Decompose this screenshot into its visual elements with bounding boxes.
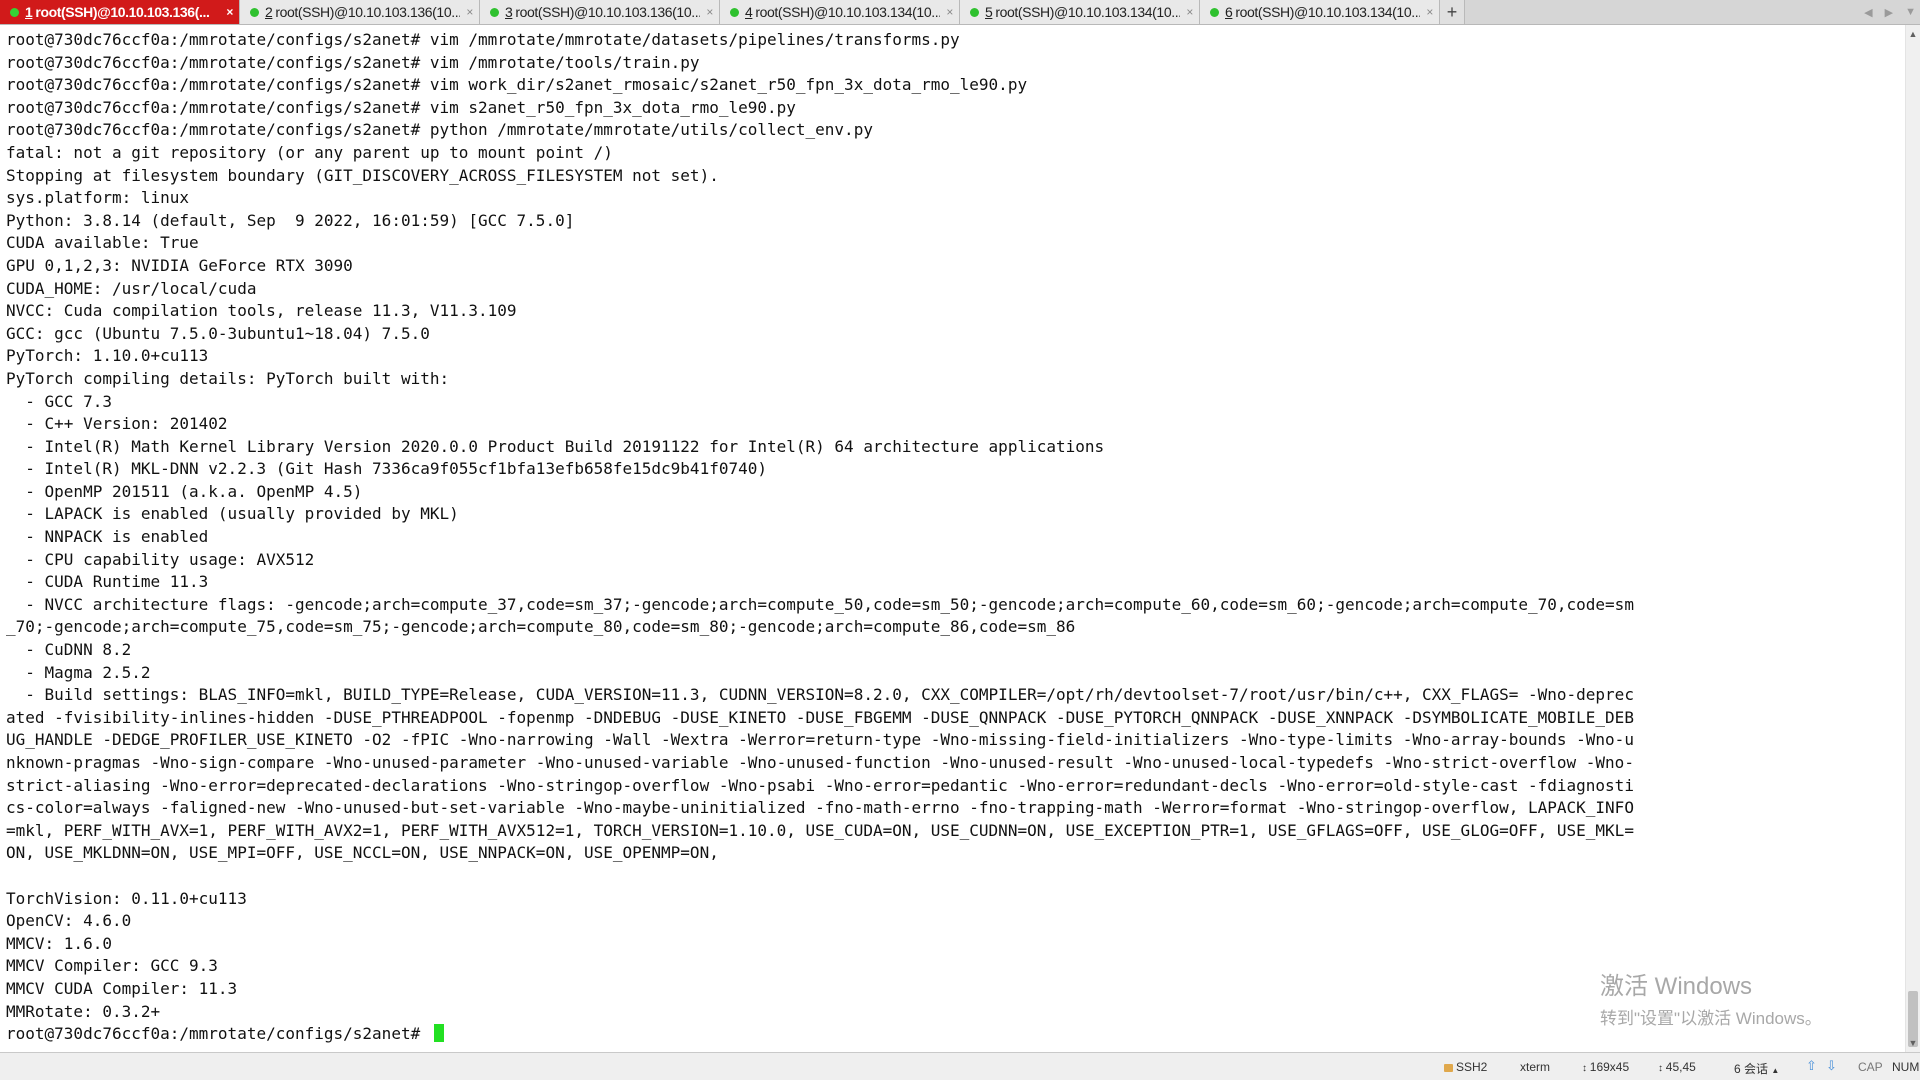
tab-label: 4 root(SSH)@10.10.103.134(10... xyxy=(745,4,941,20)
terminal-line: - GCC 7.3 xyxy=(25,391,112,411)
terminal-line: MMCV CUDA Compiler: 11.3 xyxy=(6,978,238,998)
tab-label: 3 root(SSH)@10.10.103.136(10... xyxy=(505,4,701,20)
text-cursor xyxy=(433,1024,444,1043)
scroll-up-icon[interactable]: ▲ xyxy=(1906,27,1920,41)
terminal-output: root@730dc76ccf0a:/mmrotate/configs/s2an… xyxy=(6,29,1634,1046)
position-icon: ↕ xyxy=(1658,1063,1666,1074)
tab-label: 5 root(SSH)@10.10.103.134(10... xyxy=(985,4,1181,20)
terminal-line: nknown-pragmas -Wno-sign-compare -Wno-un… xyxy=(6,753,1634,772)
tab-session-6[interactable]: 6 root(SSH)@10.10.103.134(10... × xyxy=(1200,0,1440,24)
vertical-scrollbar[interactable]: ▲ ▼ xyxy=(1905,25,1920,1052)
close-icon[interactable]: × xyxy=(946,5,953,19)
terminal-line: MMCV Compiler: GCC 9.3 xyxy=(6,956,218,976)
tab-session-4[interactable]: 4 root(SSH)@10.10.103.134(10... × xyxy=(720,0,960,24)
terminal-line: _70;-gencode;arch=compute_75,code=sm_75;… xyxy=(6,617,1076,637)
connected-status-icon xyxy=(10,7,19,17)
terminal-line: CUDA_HOME: /usr/local/cuda xyxy=(6,278,257,298)
cursor-position: ↕ 45,45 xyxy=(1658,1060,1696,1074)
terminal-line: CUDA available: True xyxy=(6,233,199,253)
terminal-line: GPU 0,1,2,3: NVIDIA GeForce RTX 3090 xyxy=(6,255,353,275)
tab-session-5[interactable]: 5 root(SSH)@10.10.103.134(10... × xyxy=(960,0,1200,24)
terminal-line: - CUDA Runtime 11.3 xyxy=(25,572,209,592)
resize-icon: ↕ xyxy=(1582,1063,1590,1074)
terminal-line: - CPU capability usage: AVX512 xyxy=(25,549,315,569)
terminal-line: NVCC: Cuda compilation tools, release 11… xyxy=(6,301,517,321)
scroll-down-icon[interactable]: ▼ xyxy=(1906,1036,1920,1050)
terminal-line: MMCV: 1.6.0 xyxy=(6,933,112,953)
terminal-line: sys.platform: linux xyxy=(6,188,190,208)
connected-status-icon xyxy=(730,7,739,17)
terminal-line: UG_HANDLE -DEDGE_PROFILER_USE_KINETO -O2… xyxy=(6,730,1634,750)
tab-menu-icon[interactable]: ▼ xyxy=(1905,6,1916,18)
close-icon[interactable]: × xyxy=(1426,5,1433,19)
shell-prompt: root@730dc76ccf0a:/mmrotate/configs/s2an… xyxy=(6,1024,421,1044)
terminal-line: strict-aliasing -Wno-error=deprecated-de… xyxy=(6,775,1634,795)
download-arrow-icon[interactable]: ⇩ xyxy=(1826,1058,1837,1074)
watermark-subtitle: 转到"设置"以激活 Windows。 xyxy=(1600,1009,1822,1028)
num-lock-indicator: NUM xyxy=(1892,1060,1920,1074)
terminal-line: - Intel(R) Math Kernel Library Version 2… xyxy=(25,436,1105,456)
terminal-line: root@730dc76ccf0a:/mmrotate/configs/s2an… xyxy=(6,75,1028,95)
tab-session-2[interactable]: 2 root(SSH)@10.10.103.136(10... × xyxy=(240,0,480,24)
terminal-line: root@730dc76ccf0a:/mmrotate/configs/s2an… xyxy=(6,97,796,117)
terminal-line: ated -fvisibility-inlines-hidden -DUSE_P… xyxy=(6,707,1634,727)
terminal-line: TorchVision: 0.11.0+cu113 xyxy=(6,888,247,908)
connected-status-icon xyxy=(490,7,499,17)
caret-up-icon: ▲ xyxy=(1771,1066,1780,1075)
session-tabs: 1 root(SSH)@10.10.103.136(... × 2 root(SSH… xyxy=(0,0,1465,24)
close-icon[interactable]: × xyxy=(466,5,473,19)
terminal-line: MMRotate: 0.3.2+ xyxy=(6,1001,161,1021)
terminal-line: - OpenMP 201511 (a.k.a. OpenMP 4.5) xyxy=(25,481,363,501)
terminal-line: Python: 3.8.14 (default, Sep 9 2022, 16:… xyxy=(6,210,575,230)
terminal-line: Stopping at filesystem boundary (GIT_DIS… xyxy=(6,165,719,185)
connected-status-icon xyxy=(1210,7,1219,17)
upload-arrow-icon[interactable]: ⇧ xyxy=(1806,1058,1817,1074)
terminal-line: ON, USE_MKLDNN=ON, USE_MPI=OFF, USE_NCCL… xyxy=(6,843,719,863)
terminal-line: - Intel(R) MKL-DNN v2.2.3 (Git Hash 7336… xyxy=(25,459,767,479)
terminal-line: =mkl, PERF_WITH_AVX=1, PERF_WITH_AVX2=1,… xyxy=(6,820,1634,840)
protocol-status: SSH2 xyxy=(1444,1060,1487,1074)
tab-label: 1 root(SSH)@10.10.103.136(... xyxy=(25,4,210,20)
terminal-line: GCC: gcc (Ubuntu 7.5.0-3ubuntu1~18.04) 7… xyxy=(6,323,430,343)
session-count[interactable]: 6 会话 ▲ xyxy=(1734,1060,1779,1077)
tab-label: 2 root(SSH)@10.10.103.136(10... xyxy=(265,4,461,20)
terminal-line: - CuDNN 8.2 xyxy=(25,640,132,660)
tab-navigation: ◀ ▶ ▼ xyxy=(1864,0,1916,24)
terminal-line: - Build settings: BLAS_INFO=mkl, BUILD_T… xyxy=(25,685,1634,705)
terminal-line: - C++ Version: 201402 xyxy=(25,414,228,434)
terminal-line: PyTorch compiling details: PyTorch built… xyxy=(6,368,450,388)
tab-session-3[interactable]: 3 root(SSH)@10.10.103.136(10... × xyxy=(480,0,720,24)
close-icon[interactable]: × xyxy=(706,5,713,19)
terminal-line: - Magma 2.5.2 xyxy=(25,662,151,682)
caps-lock-indicator: CAP xyxy=(1858,1060,1883,1074)
terminal-view[interactable]: root@730dc76ccf0a:/mmrotate/configs/s2an… xyxy=(0,25,1906,1052)
terminal-lines: root@730dc76ccf0a:/mmrotate/configs/s2an… xyxy=(6,30,1634,1021)
terminal-size: ↕ 169x45 xyxy=(1582,1060,1630,1074)
terminal-line: PyTorch: 1.10.0+cu113 xyxy=(6,346,209,366)
terminal-line: - LAPACK is enabled (usually provided by… xyxy=(25,504,459,524)
windows-activation-watermark: 激活 Windows 转到"设置"以激活 Windows。 xyxy=(1600,966,1822,1029)
connected-status-icon xyxy=(250,7,259,17)
terminal-line: OpenCV: 4.6.0 xyxy=(6,911,132,931)
watermark-title: 激活 Windows xyxy=(1600,973,1753,1000)
terminal-line: root@730dc76ccf0a:/mmrotate/configs/s2an… xyxy=(6,120,873,140)
lock-icon xyxy=(1444,1064,1453,1072)
new-tab-button[interactable]: + xyxy=(1440,0,1465,24)
terminal-line: - NNPACK is enabled xyxy=(25,527,209,547)
close-icon[interactable]: × xyxy=(226,5,233,19)
tab-session-1[interactable]: 1 root(SSH)@10.10.103.136(... × xyxy=(0,0,240,24)
terminal-line: cs-color=always -faligned-new -Wno-unuse… xyxy=(6,798,1634,818)
tab-next-icon[interactable]: ▶ xyxy=(1885,6,1893,19)
terminal-line: fatal: not a git repository (or any pare… xyxy=(6,142,613,162)
tab-prev-icon[interactable]: ◀ xyxy=(1864,6,1872,19)
status-bar: SSH2 xterm ↕ 169x45 ↕ 45,45 6 会话 ▲ ⇧ ⇩ C… xyxy=(0,1052,1920,1080)
terminal-line: - NVCC architecture flags: -gencode;arch… xyxy=(25,594,1634,614)
tab-bar: 1 root(SSH)@10.10.103.136(... × 2 root(SSH… xyxy=(0,0,1920,25)
terminal-type: xterm xyxy=(1520,1060,1550,1074)
connected-status-icon xyxy=(970,7,979,17)
terminal-line: root@730dc76ccf0a:/mmrotate/configs/s2an… xyxy=(6,52,700,72)
close-icon[interactable]: × xyxy=(1186,5,1193,19)
tab-label: 6 root(SSH)@10.10.103.134(10... xyxy=(1225,4,1421,20)
terminal-line: root@730dc76ccf0a:/mmrotate/configs/s2an… xyxy=(6,30,960,49)
